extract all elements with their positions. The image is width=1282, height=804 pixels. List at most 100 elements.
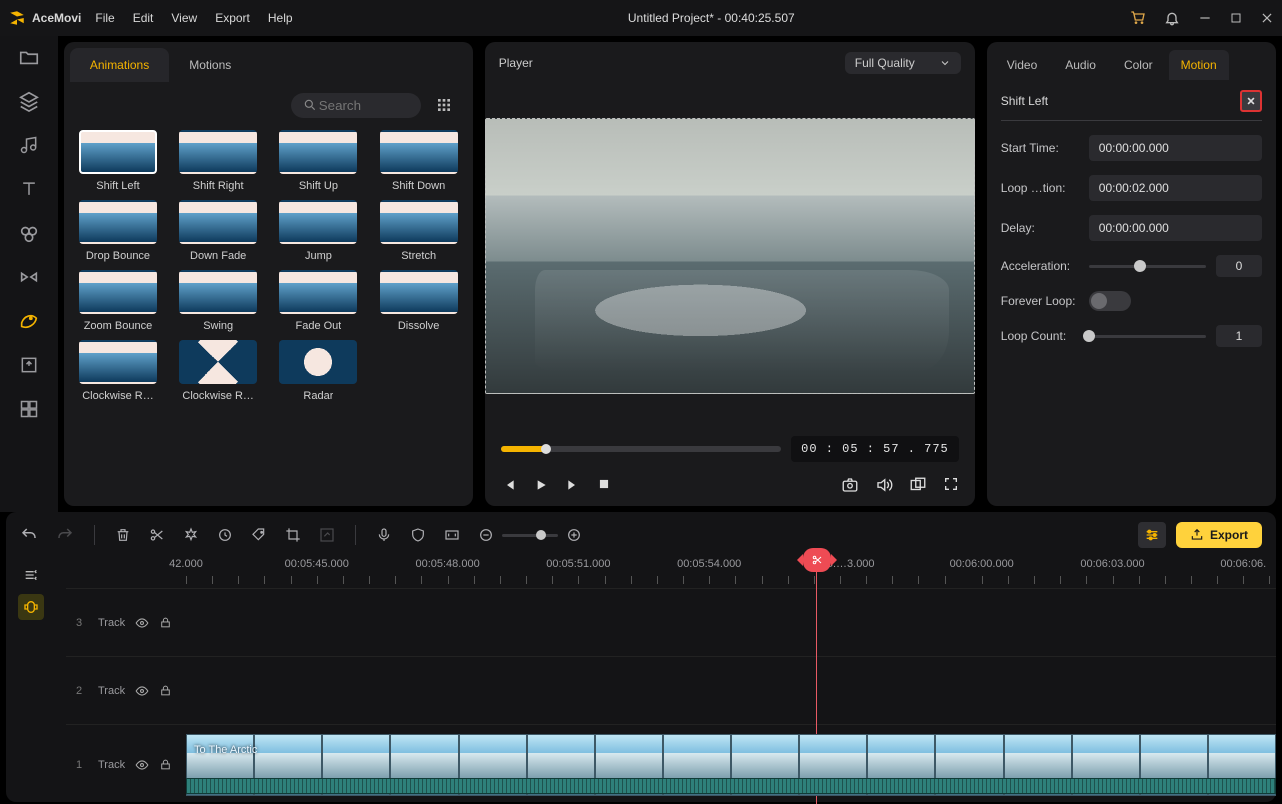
tag-icon[interactable] — [251, 527, 267, 543]
speed-icon[interactable] — [183, 527, 199, 543]
minimize-icon[interactable] — [1198, 11, 1212, 25]
rail-audio-icon[interactable] — [18, 134, 40, 156]
zoom-in-icon[interactable] — [566, 527, 582, 543]
animation-thumb — [79, 270, 157, 314]
zoom-slider[interactable] — [502, 534, 558, 537]
animation-card[interactable]: Clockwise R… — [70, 340, 166, 402]
maximize-icon[interactable] — [1230, 12, 1242, 24]
player-progress[interactable] — [501, 446, 781, 452]
rail-elements-icon[interactable] — [18, 222, 40, 244]
track-lane[interactable] — [186, 589, 1276, 656]
lock-icon[interactable] — [159, 758, 172, 771]
playhead-split-icon[interactable] — [803, 548, 831, 572]
delay-input[interactable]: 00:00:00.000 — [1089, 215, 1262, 241]
menu-view[interactable]: View — [171, 11, 197, 25]
mic-icon[interactable] — [376, 527, 392, 543]
timeline-ruler[interactable]: 42.00000:05:45.00000:05:48.00000:05:51.0… — [186, 558, 1276, 588]
aspect-icon[interactable] — [444, 527, 460, 543]
export-button[interactable]: Export — [1176, 522, 1262, 548]
animation-card[interactable]: Dissolve — [371, 270, 467, 332]
track-lane[interactable]: To The Arctic — [186, 728, 1276, 802]
animation-card[interactable]: Swing — [170, 270, 266, 332]
cart-icon[interactable] — [1130, 10, 1146, 26]
lock-icon[interactable] — [159, 684, 172, 697]
motion-heading: Shift Left — [1001, 94, 1048, 108]
itab-video[interactable]: Video — [995, 50, 1049, 80]
menu-edit[interactable]: Edit — [133, 11, 154, 25]
audio-waveform[interactable] — [186, 778, 1276, 794]
animation-card[interactable]: Down Fade — [170, 200, 266, 262]
animation-card[interactable]: Radar — [270, 340, 366, 402]
acceleration-slider[interactable] — [1089, 265, 1206, 268]
loop-count-value[interactable]: 1 — [1216, 325, 1262, 347]
duration-icon[interactable] — [217, 527, 233, 543]
redo-icon[interactable] — [56, 526, 74, 544]
remove-motion-button[interactable] — [1240, 90, 1262, 112]
ruler-tick-label: 00:05:48.000 — [415, 558, 479, 570]
search-box[interactable] — [291, 93, 421, 118]
track-lane[interactable] — [186, 657, 1276, 724]
eye-icon[interactable] — [135, 616, 149, 630]
tab-motions[interactable]: Motions — [169, 48, 251, 82]
zoom-out-icon[interactable] — [478, 527, 494, 543]
rail-media-icon[interactable] — [18, 46, 40, 68]
track-row: 3Track — [66, 588, 1276, 656]
bell-icon[interactable] — [1164, 10, 1180, 26]
rail-text-icon[interactable] — [18, 178, 40, 200]
rail-transitions-icon[interactable] — [18, 266, 40, 288]
animation-card[interactable]: Fade Out — [270, 270, 366, 332]
quality-dropdown[interactable]: Full Quality — [845, 52, 961, 74]
animation-card[interactable]: Shift Down — [371, 130, 467, 192]
fullscreen-icon[interactable] — [943, 476, 959, 494]
stop-icon[interactable] — [597, 477, 611, 493]
lock-icon[interactable] — [159, 616, 172, 629]
loop-duration-input[interactable]: 00:00:02.000 — [1089, 175, 1262, 201]
itab-color[interactable]: Color — [1112, 50, 1165, 80]
timeline-settings-icon[interactable] — [18, 562, 44, 588]
acceleration-value[interactable]: 0 — [1216, 255, 1262, 277]
itab-audio[interactable]: Audio — [1053, 50, 1108, 80]
adjust-icon[interactable] — [1138, 522, 1166, 548]
animation-grid: Shift LeftShift RightShift UpShift Down D… — [64, 122, 473, 410]
play-icon[interactable] — [533, 477, 549, 493]
animation-card[interactable]: Zoom Bounce — [70, 270, 166, 332]
start-time-input[interactable]: 00:00:00.000 — [1089, 135, 1262, 161]
animation-card[interactable]: Clockwise R… — [170, 340, 266, 402]
animation-card[interactable]: Drop Bounce — [70, 200, 166, 262]
search-icon — [303, 98, 317, 112]
delete-icon[interactable] — [115, 527, 131, 543]
volume-icon[interactable] — [875, 476, 893, 494]
edit-icon[interactable] — [319, 527, 335, 543]
animation-card[interactable]: Shift Right — [170, 130, 266, 192]
split-icon[interactable] — [149, 527, 165, 543]
animation-card[interactable]: Jump — [270, 200, 366, 262]
forever-loop-toggle[interactable] — [1089, 291, 1131, 311]
animation-card[interactable]: Shift Up — [270, 130, 366, 192]
menu-help[interactable]: Help — [268, 11, 293, 25]
shield-icon[interactable] — [410, 527, 426, 543]
timeline-magnet-icon[interactable] — [18, 594, 44, 620]
eye-icon[interactable] — [135, 684, 149, 698]
grid-view-icon[interactable] — [431, 92, 457, 118]
itab-motion[interactable]: Motion — [1169, 50, 1229, 80]
snapshot-icon[interactable] — [841, 476, 859, 494]
loop-count-slider[interactable] — [1089, 335, 1206, 338]
rail-templates-icon[interactable] — [18, 398, 40, 420]
search-input[interactable] — [317, 97, 407, 114]
prev-frame-icon[interactable] — [501, 477, 517, 493]
rail-export-icon[interactable] — [18, 354, 40, 376]
crop-icon[interactable] — [285, 527, 301, 543]
undo-icon[interactable] — [20, 526, 38, 544]
tab-animations[interactable]: Animations — [70, 48, 169, 82]
close-icon[interactable] — [1260, 11, 1274, 25]
compare-icon[interactable] — [909, 476, 927, 494]
menu-export[interactable]: Export — [215, 11, 250, 25]
eye-icon[interactable] — [135, 758, 149, 772]
animation-card[interactable]: Shift Left — [70, 130, 166, 192]
rail-animations-icon[interactable] — [18, 310, 40, 332]
rail-layers-icon[interactable] — [18, 90, 40, 112]
animation-card[interactable]: Stretch — [371, 200, 467, 262]
preview-frame[interactable] — [485, 118, 975, 394]
menu-file[interactable]: File — [95, 11, 114, 25]
next-frame-icon[interactable] — [565, 477, 581, 493]
